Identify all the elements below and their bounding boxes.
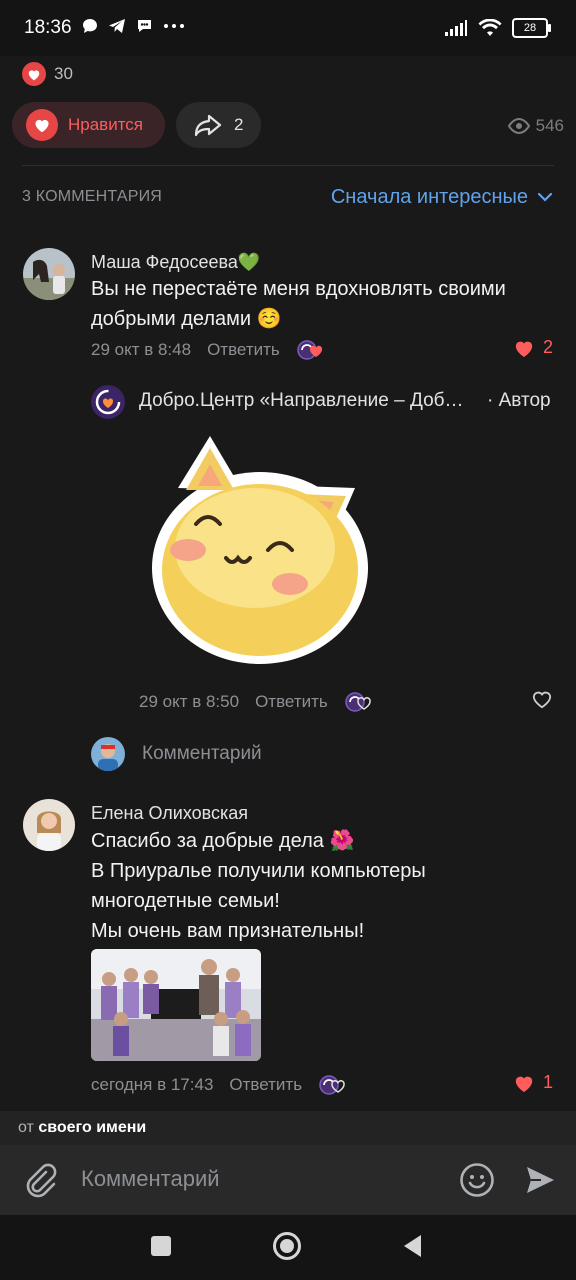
my-avatar [91,737,125,771]
comment-time: 29 окт в 8:48 [91,340,192,359]
comment-like-button[interactable]: 2 [513,337,553,358]
author-avatar[interactable] [91,385,125,419]
back-button[interactable] [401,1233,423,1259]
comment-author[interactable]: Елена Олиховская [91,803,248,824]
chat-bubble-icon [83,19,97,33]
sort-label: Сначала интересные [330,186,528,208]
reply-time: 29 окт в 8:50 [139,692,240,711]
community-reaction-icon[interactable] [296,339,322,361]
attach-icon[interactable] [22,1162,58,1198]
status-system-icons: 28 [444,18,551,38]
like-label: Нравится [68,115,144,134]
wifi-icon [478,19,502,36]
reply-button[interactable]: Ответить [255,692,328,712]
reply-button[interactable]: Ответить [207,340,280,360]
share-icon [194,114,222,137]
avatar[interactable] [23,799,75,851]
community-reaction-icon[interactable] [318,1074,345,1096]
share-count: 2 [234,115,244,134]
comment-like-count: 2 [542,337,553,357]
comment-like-count: 1 [542,1072,553,1092]
emoji-icon[interactable] [459,1162,495,1198]
eye-icon [507,118,530,134]
battery-icon: 28 [512,18,551,38]
author-role: · Автор [487,390,551,411]
share-button[interactable]: 2 [176,102,261,148]
comment-input[interactable]: Комментарий [81,1166,220,1192]
like-button[interactable]: Нравится [12,102,165,148]
post-as-name: своего имени [38,1119,147,1136]
avatar[interactable] [23,248,75,300]
reply-input[interactable]: Комментарий [142,743,262,765]
heart-outline-icon[interactable] [531,689,553,709]
comment-meta: 29 окт в 8:48 Ответить [91,339,322,361]
reply-meta: 29 окт в 8:50 Ответить [139,691,371,713]
home-button[interactable] [272,1231,302,1261]
likes-count: 30 [54,64,73,83]
reply-author[interactable]: Добро.Центр «Направление – Доб… [139,390,464,412]
comment-like-button[interactable]: 1 [513,1072,553,1093]
views-counter: 546 [507,116,564,136]
more-dots-icon [164,24,184,28]
divider [22,165,554,166]
post-as-selector[interactable]: от своего имени [0,1111,576,1145]
cat-sticker[interactable] [150,428,376,668]
community-reaction-icon[interactable] [344,691,371,713]
heart-icon [515,341,533,357]
chevron-down-icon [538,193,552,202]
heart-icon [22,62,46,86]
comment-text: Вы не перестаёте меня вдохновлять своими… [91,278,506,330]
status-notification-icons [82,18,185,34]
status-time: 18:36 [24,17,72,38]
send-icon[interactable] [524,1164,556,1196]
comment-text: Спасибо за добрые дела 🌺 В Приуралье пол… [91,830,426,942]
views-count: 546 [535,116,564,135]
comment-time: сегодня в 17:43 [91,1075,214,1094]
comment-photo[interactable] [91,949,261,1061]
comments-count-label: 3 КОММЕНТАРИЯ [22,188,163,205]
telegram-icon [109,19,125,33]
recents-button[interactable] [151,1236,171,1256]
comment-meta: сегодня в 17:43 Ответить [91,1074,345,1096]
reply-button[interactable]: Ответить [229,1075,302,1095]
signal-icon [445,20,467,36]
green-heart-icon: 💚 [237,252,261,272]
heart-icon [515,1076,533,1092]
message-icon [138,20,151,32]
likes-summary[interactable]: 30 [22,62,73,86]
heart-icon [26,109,58,141]
comment-author[interactable]: Маша Федосеева💚 [91,252,260,273]
sort-dropdown[interactable]: Сначала интересные [331,186,552,209]
